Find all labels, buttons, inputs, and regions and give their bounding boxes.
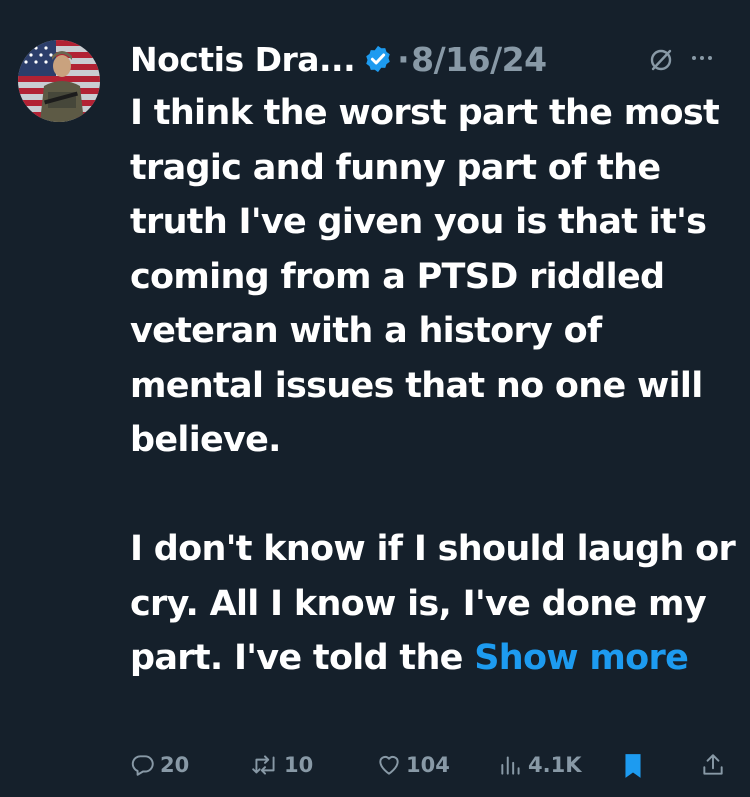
tweet-actions: 20 10 104 4.1K [130,752,730,788]
verified-badge-icon [363,44,393,74]
repost-count: 10 [284,753,314,777]
repost-icon [252,755,275,775]
views-button[interactable]: 4.1K [498,752,581,778]
like-button[interactable]: 104 [376,752,450,778]
tweet-header: Noctis Dra... · 8/16/24 [130,34,730,84]
bookmark-button[interactable] [620,752,646,780]
reply-icon [131,755,154,776]
like-icon [379,755,399,775]
reply-button[interactable]: 20 [130,752,189,778]
author-name[interactable]: Noctis Dra... [130,40,356,79]
like-count: 104 [406,753,450,777]
reply-count: 20 [160,753,190,777]
repost-button[interactable]: 10 [250,752,313,778]
tweet-paragraph-2: I don't know if I should laugh or cry. A… [130,522,738,686]
view-count: 4.1K [528,753,582,777]
share-button[interactable] [700,752,726,778]
more-options-icon[interactable] [692,56,712,60]
share-icon [703,754,723,775]
views-icon [501,756,520,775]
tweet-text: I think the worst part the most tragic a… [130,86,738,686]
grok-icon[interactable] [646,44,676,83]
tweet-paragraph-1: I think the worst part the most tragic a… [130,93,720,460]
avatar[interactable] [18,40,100,122]
tweet-date[interactable]: 8/16/24 [411,40,547,79]
bookmark-icon [625,754,641,778]
separator-dot: · [397,39,410,79]
show-more-link[interactable]: Show more [474,638,689,678]
